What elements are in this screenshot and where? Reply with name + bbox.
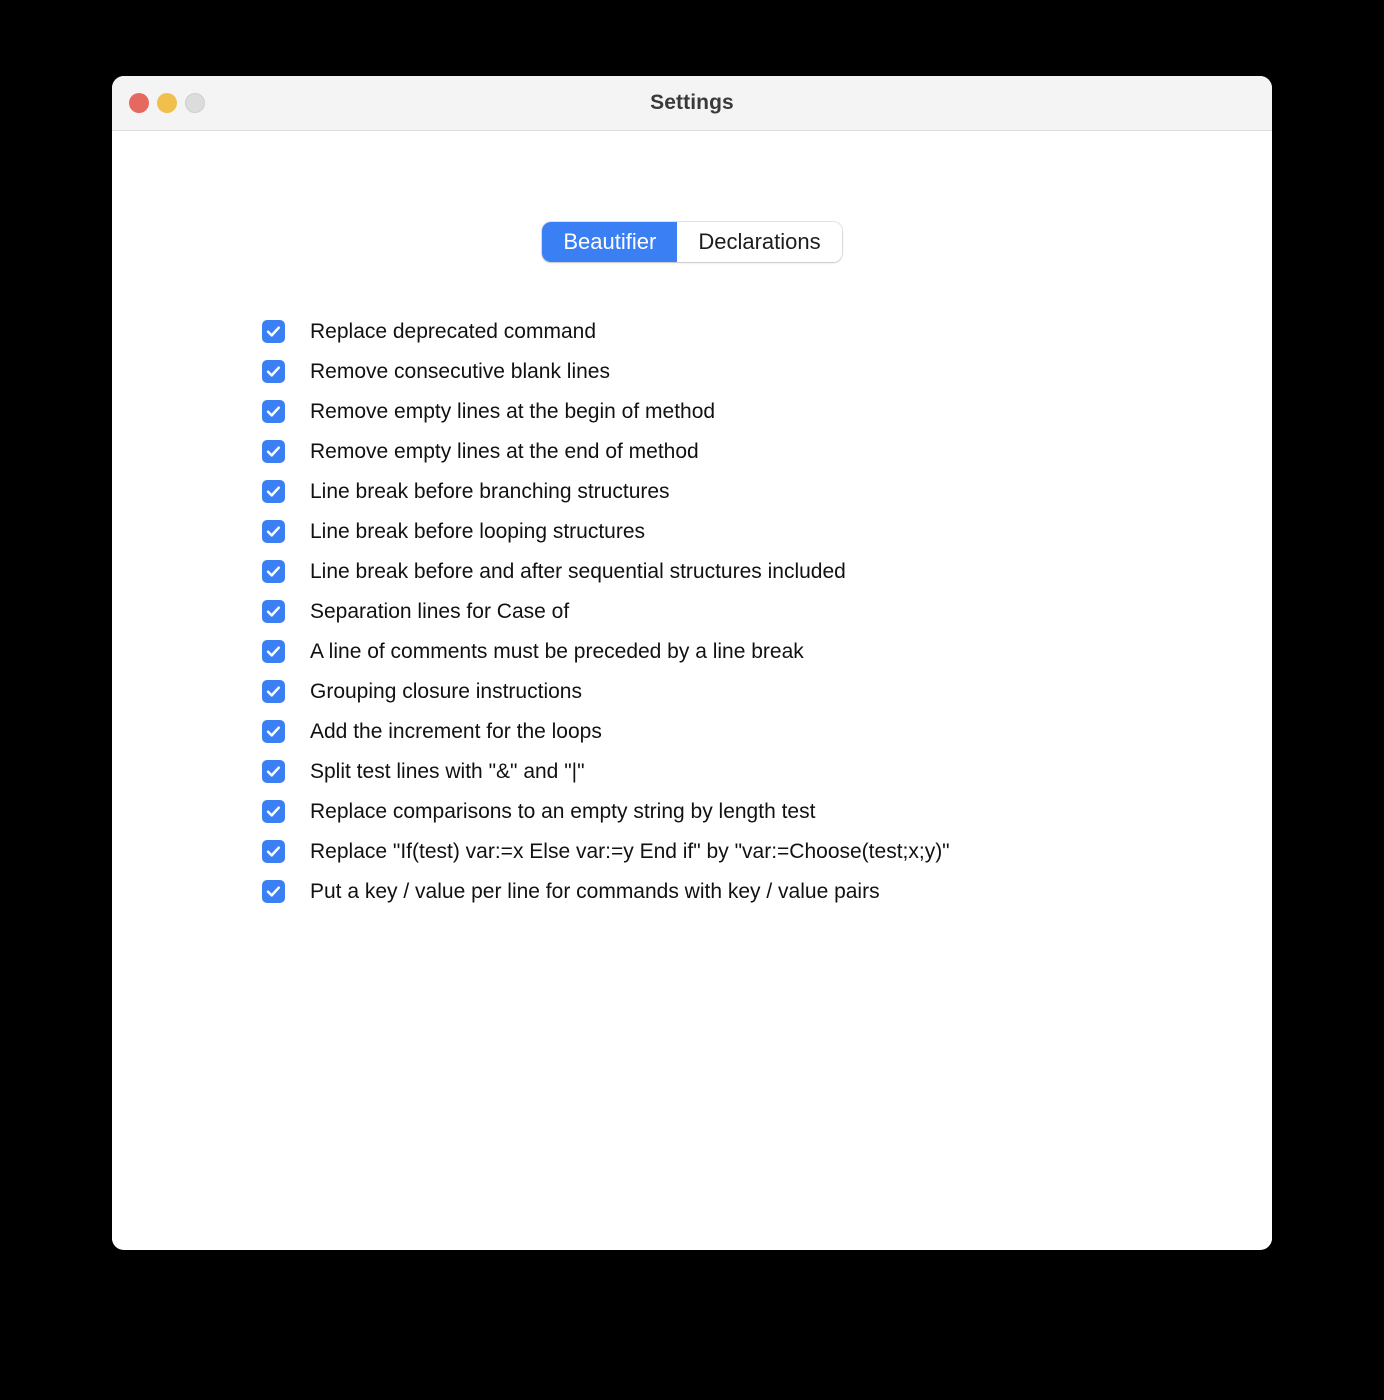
window-titlebar: Settings xyxy=(112,76,1272,131)
option-row[interactable]: Remove consecutive blank lines xyxy=(262,351,950,391)
checkbox-checked-icon[interactable] xyxy=(262,799,285,823)
tab-bar: Beautifier Declarations xyxy=(112,222,1272,262)
beautifier-options-list: Replace deprecated command Remove consecu… xyxy=(262,311,950,911)
option-row[interactable]: A line of comments must be preceded by a… xyxy=(262,631,950,671)
option-row[interactable]: Line break before looping structures xyxy=(262,511,950,551)
checkbox-checked-icon[interactable] xyxy=(262,839,285,863)
option-row[interactable]: Grouping closure instructions xyxy=(262,671,950,711)
option-row[interactable]: Put a key / value per line for commands … xyxy=(262,871,950,911)
option-row[interactable]: Line break before and after sequential s… xyxy=(262,551,950,591)
option-label: Replace comparisons to an empty string b… xyxy=(310,799,816,823)
checkbox-checked-icon[interactable] xyxy=(262,639,285,663)
checkbox-checked-icon[interactable] xyxy=(262,399,285,423)
window-content: Beautifier Declarations Replace deprecat… xyxy=(112,131,1272,1249)
option-label: Split test lines with "&" and "|" xyxy=(310,759,585,783)
option-label: Line break before looping structures xyxy=(310,519,646,543)
checkbox-checked-icon[interactable] xyxy=(262,359,285,383)
window-title: Settings xyxy=(650,91,734,114)
tab-declarations[interactable]: Declarations xyxy=(677,222,842,262)
option-label: Grouping closure instructions xyxy=(310,679,582,703)
option-row[interactable]: Replace comparisons to an empty string b… xyxy=(262,791,950,831)
screen: Settings Beautifier Declarations Replace… xyxy=(0,0,1384,1400)
tab-beautifier[interactable]: Beautifier xyxy=(542,222,678,262)
checkbox-checked-icon[interactable] xyxy=(262,559,285,583)
checkbox-checked-icon[interactable] xyxy=(262,759,285,783)
option-row[interactable]: Separation lines for Case of xyxy=(262,591,950,631)
settings-window: Settings Beautifier Declarations Replace… xyxy=(112,76,1272,1250)
checkbox-checked-icon[interactable] xyxy=(262,599,285,623)
option-label: Add the increment for the loops xyxy=(310,719,602,743)
option-label: Line break before branching structures xyxy=(310,479,670,503)
option-label: Remove empty lines at the end of method xyxy=(310,439,699,463)
checkbox-checked-icon[interactable] xyxy=(262,679,285,703)
segmented-control: Beautifier Declarations xyxy=(542,222,842,262)
option-label: Line break before and after sequential s… xyxy=(310,559,846,583)
option-label: Remove empty lines at the begin of metho… xyxy=(310,399,716,423)
checkbox-checked-icon[interactable] xyxy=(262,879,285,903)
option-row[interactable]: Replace "If(test) var:=x Else var:=y End… xyxy=(262,831,950,871)
option-label: Replace deprecated command xyxy=(310,319,597,343)
checkbox-checked-icon[interactable] xyxy=(262,519,285,543)
checkbox-checked-icon[interactable] xyxy=(262,719,285,743)
option-row[interactable]: Remove empty lines at the begin of metho… xyxy=(262,391,950,431)
checkbox-checked-icon[interactable] xyxy=(262,439,285,463)
option-row[interactable]: Line break before branching structures xyxy=(262,471,950,511)
checkbox-checked-icon[interactable] xyxy=(262,479,285,503)
option-row[interactable]: Replace deprecated command xyxy=(262,311,950,351)
option-label: Remove consecutive blank lines xyxy=(310,359,610,383)
option-row[interactable]: Add the increment for the loops xyxy=(262,711,950,751)
option-row[interactable]: Split test lines with "&" and "|" xyxy=(262,751,950,791)
option-label: Separation lines for Case of xyxy=(310,599,570,623)
option-label: Replace "If(test) var:=x Else var:=y End… xyxy=(310,839,950,863)
option-label: A line of comments must be preceded by a… xyxy=(310,639,804,663)
option-row[interactable]: Remove empty lines at the end of method xyxy=(262,431,950,471)
checkbox-checked-icon[interactable] xyxy=(262,319,285,343)
option-label: Put a key / value per line for commands … xyxy=(310,879,880,903)
